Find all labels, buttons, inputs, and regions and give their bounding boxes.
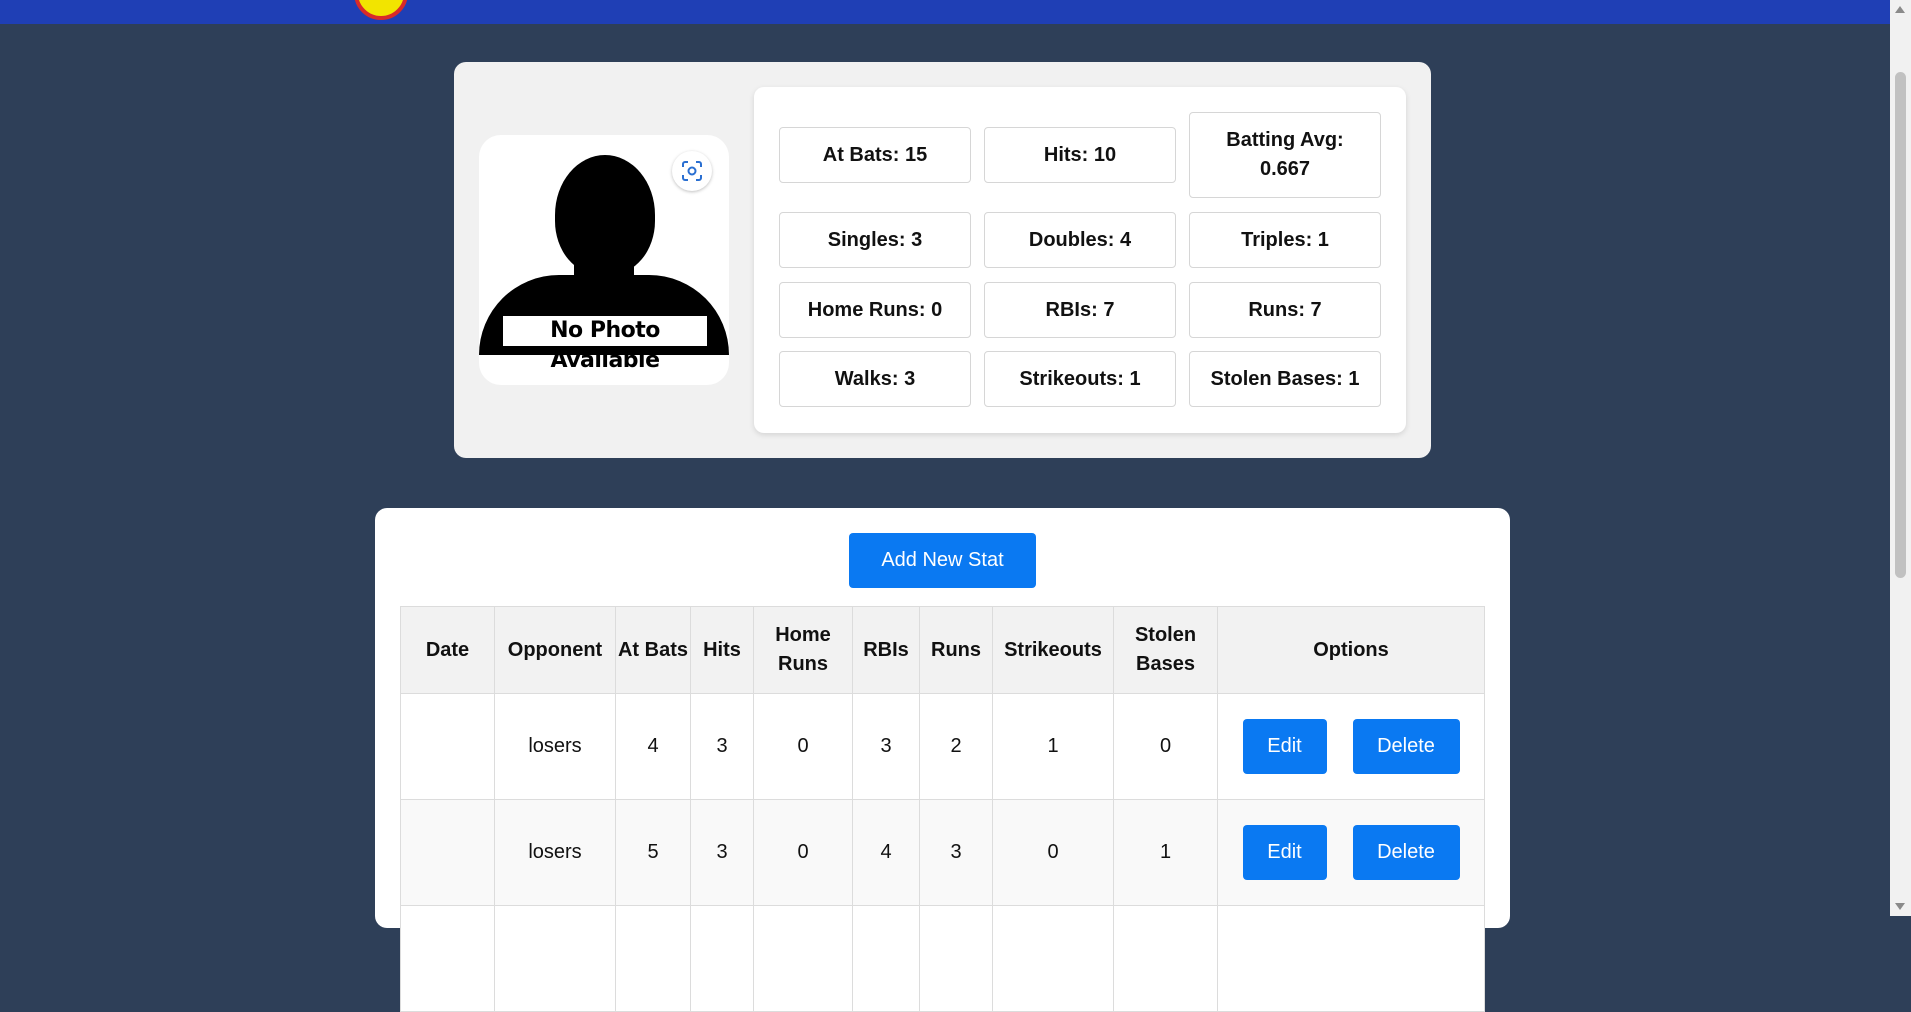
cell-strikeouts: 1 (992, 693, 1114, 800)
cell-date (400, 799, 495, 906)
header-opponent: Opponent (494, 606, 616, 694)
cell-hits: 3 (690, 799, 754, 906)
cell-at-bats: 5 (615, 799, 691, 906)
edit-button[interactable]: Edit (1242, 825, 1327, 880)
team-logo[interactable] (354, 0, 408, 20)
header-strikeouts: Strikeouts (992, 606, 1114, 694)
header-rbis: RBIs (852, 606, 920, 694)
summary-stats-panel: At Bats: 15 Hits: 10 Batting Avg: 0.667 … (754, 87, 1406, 433)
cell-runs: 3 (919, 799, 993, 906)
header-home-runs: Home Runs (753, 606, 853, 694)
cell-options: Edit Delete (1217, 799, 1485, 906)
header-date: Date (400, 606, 495, 694)
game-stats-table: Date Opponent At Bats Hits Home Runs RBI… (400, 606, 1485, 1012)
table-row: losers 4 3 0 3 2 1 0 Edit Delete (400, 693, 1485, 800)
stat-rbis: RBIs: 7 (984, 282, 1176, 338)
scroll-down-arrow-icon[interactable] (1895, 903, 1905, 910)
stat-hits: Hits: 10 (984, 127, 1176, 183)
cell-hits: 3 (690, 693, 754, 800)
cell-strikeouts: 0 (992, 799, 1114, 906)
stat-batting-avg: Batting Avg: 0.667 (1189, 112, 1381, 198)
stat-doubles: Doubles: 4 (984, 212, 1176, 268)
add-new-stat-button[interactable]: Add New Stat (849, 533, 1036, 588)
cell-rbis: 3 (852, 693, 920, 800)
stat-at-bats: At Bats: 15 (779, 127, 971, 183)
stat-strikeouts: Strikeouts: 1 (984, 351, 1176, 407)
header-stolen-bases: Stolen Bases (1113, 606, 1218, 694)
cell-home-runs: 0 (753, 693, 853, 800)
stat-runs: Runs: 7 (1189, 282, 1381, 338)
table-header-row: Date Opponent At Bats Hits Home Runs RBI… (400, 606, 1485, 694)
cell-at-bats: 4 (615, 693, 691, 800)
player-profile-card: No Photo Available At Bats: 15 Hits: 10 … (454, 62, 1431, 458)
cell-home-runs: 0 (753, 799, 853, 906)
table-row: losers 5 3 0 4 3 0 1 Edit Delete (400, 799, 1485, 906)
delete-button[interactable]: Delete (1352, 719, 1460, 774)
header-runs: Runs (919, 606, 993, 694)
cell-rbis: 4 (852, 799, 920, 906)
table-row (400, 905, 1485, 1012)
header-options: Options (1217, 606, 1485, 694)
player-photo: No Photo Available (479, 135, 729, 385)
stat-home-runs: Home Runs: 0 (779, 282, 971, 338)
game-stats-card: Add New Stat Date Opponent At Bats Hits … (375, 508, 1510, 1012)
stat-triples: Triples: 1 (1189, 212, 1381, 268)
top-navbar (0, 0, 1890, 24)
delete-button[interactable]: Delete (1352, 825, 1460, 880)
cell-stolen-bases: 1 (1113, 799, 1218, 906)
stat-stolen-bases: Stolen Bases: 1 (1189, 351, 1381, 407)
visual-search-icon[interactable] (672, 151, 712, 191)
stat-singles: Singles: 3 (779, 212, 971, 268)
header-at-bats: At Bats (615, 606, 691, 694)
page-scrollbar[interactable] (1890, 0, 1911, 916)
edit-button[interactable]: Edit (1242, 719, 1327, 774)
stat-walks: Walks: 3 (779, 351, 971, 407)
no-photo-label: No Photo Available (502, 315, 708, 373)
cell-opponent: losers (494, 693, 616, 800)
cell-date (400, 693, 495, 800)
cell-stolen-bases: 0 (1113, 693, 1218, 800)
header-hits: Hits (690, 606, 754, 694)
cell-opponent: losers (494, 799, 616, 906)
cell-runs: 2 (919, 693, 993, 800)
scroll-up-arrow-icon[interactable] (1895, 6, 1905, 13)
cell-options: Edit Delete (1217, 693, 1485, 800)
scrollbar-thumb[interactable] (1895, 72, 1906, 578)
